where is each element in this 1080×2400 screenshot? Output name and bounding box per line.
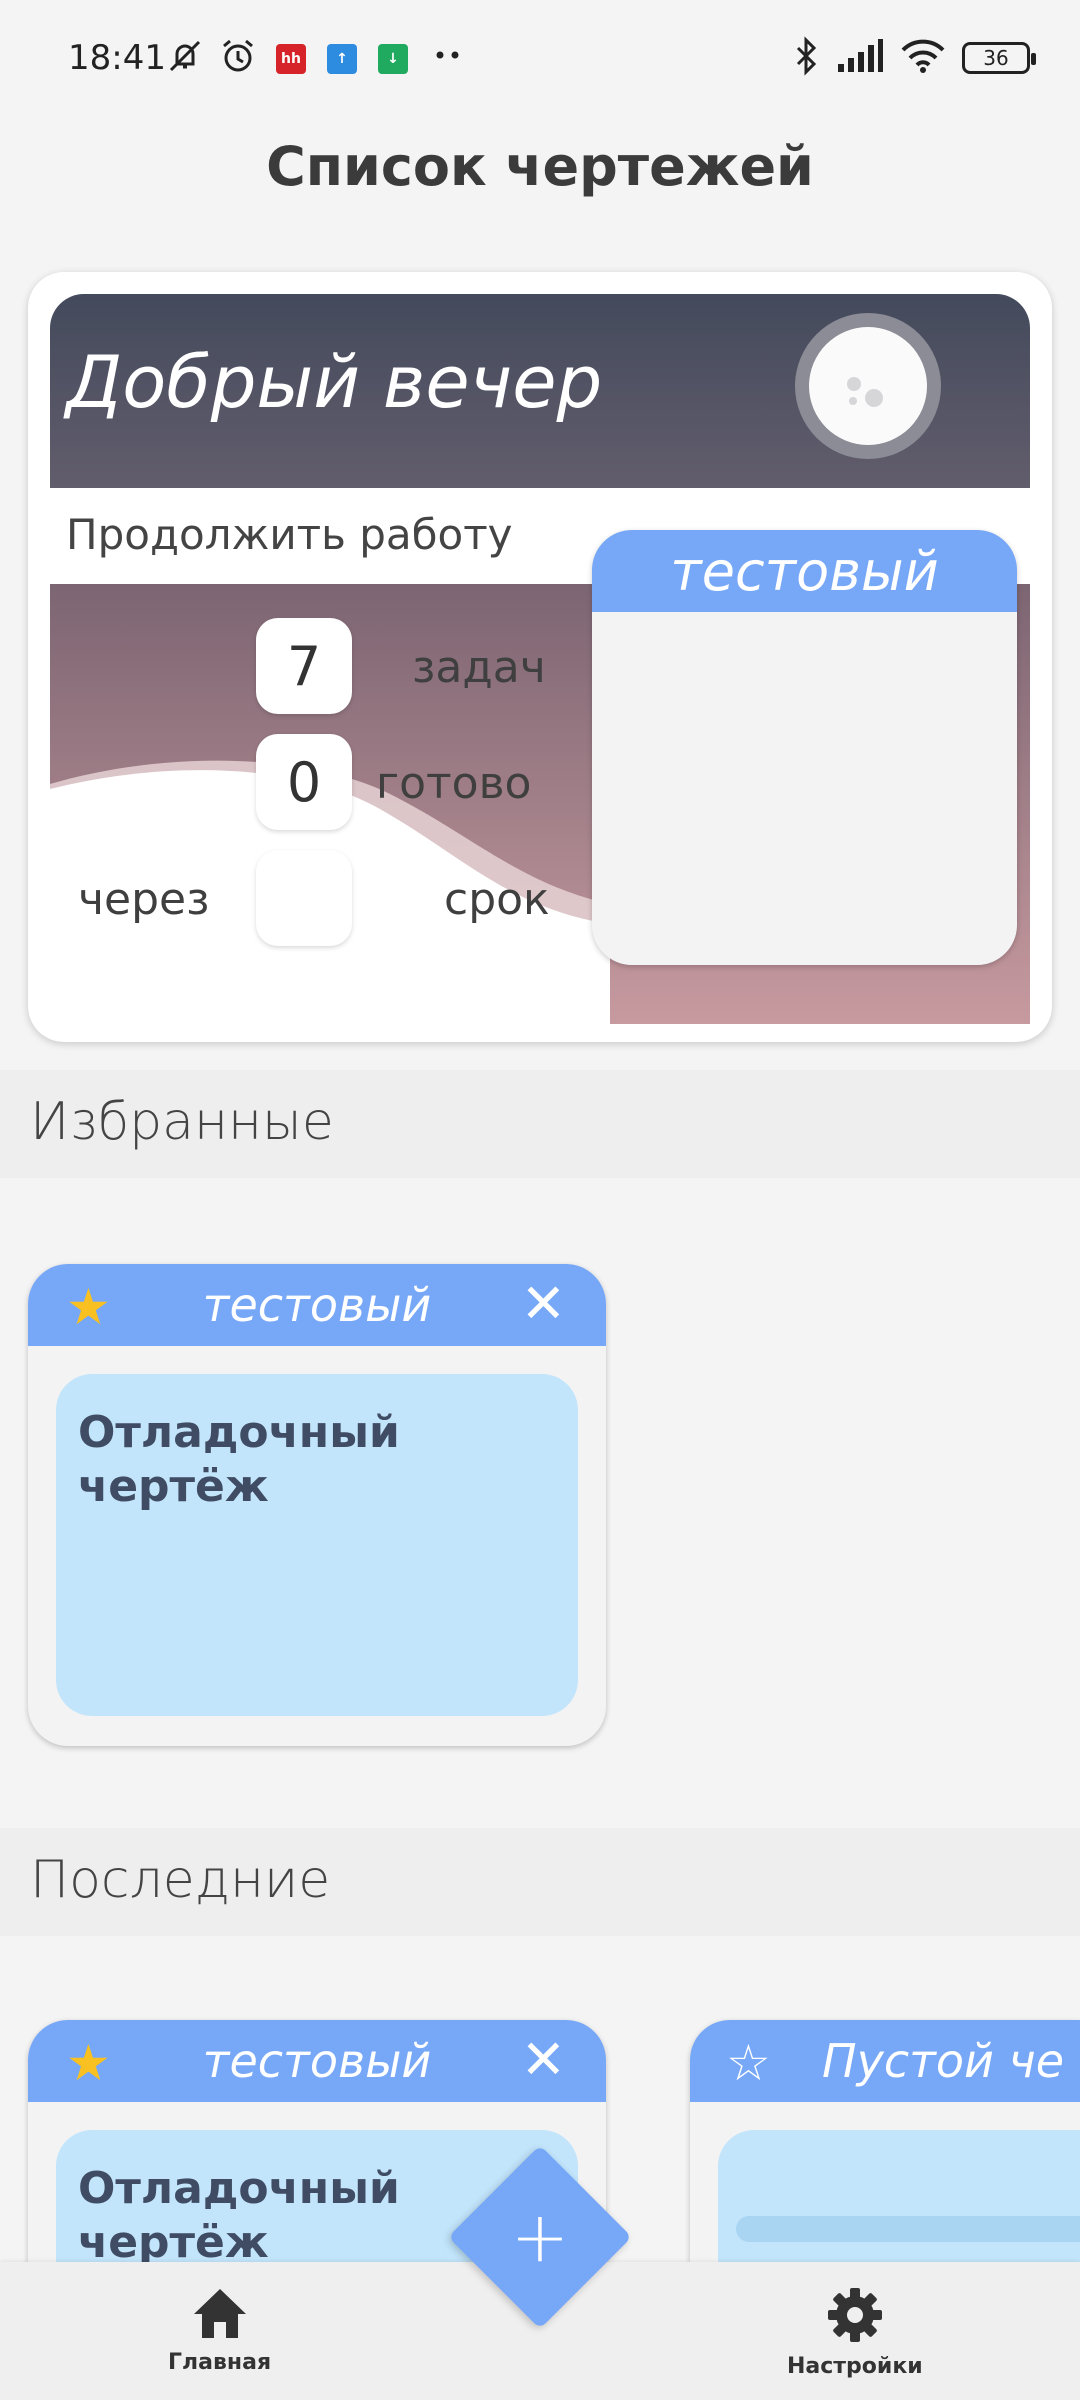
battery-indicator: 36 (962, 42, 1036, 74)
plus-icon[interactable]: + (475, 2172, 605, 2302)
deadline-label: срок (444, 874, 550, 925)
done-count: 0 (256, 734, 352, 830)
favorites-section-header: Избранные (0, 1070, 1080, 1178)
greeting-text: Добрый вечер (66, 340, 603, 424)
status-time: 18:41 (68, 38, 166, 78)
hh-app-icon: hh (276, 44, 306, 74)
gear-icon (826, 2286, 884, 2348)
tasks-count: 7 (256, 618, 352, 714)
recent-section-header: Последние (0, 1828, 1080, 1936)
alarm-icon (218, 36, 258, 76)
page-title: Список чертежей (266, 135, 814, 198)
mute-icon (165, 36, 205, 76)
status-bar: 18:41 hh ↑ ↓ 36 (0, 0, 1080, 118)
recent-project-name: Пустой че (822, 2034, 1065, 2088)
recent-heading: Последние (30, 1850, 331, 1910)
deadline-prefix: через (78, 874, 210, 925)
nav-home-label: Главная (168, 2350, 272, 2375)
close-icon[interactable]: ✕ (521, 2028, 566, 2091)
close-icon[interactable]: ✕ (521, 1272, 566, 1335)
download-app-icon: ↓ (378, 44, 408, 74)
wifi-icon (900, 38, 946, 78)
moon-icon (795, 313, 941, 459)
favorite-drawing-card[interactable]: ★ тестовый ✕ Отладочный чертёж (28, 1264, 606, 1746)
more-notifications-icon (435, 50, 461, 60)
tasks-label: задач (412, 642, 546, 693)
nav-home[interactable]: Главная (168, 2286, 271, 2375)
bluetooth-icon (792, 36, 820, 80)
favorite-project-name: тестовый (202, 1278, 432, 1332)
continue-work-label: Продолжить работу (66, 510, 513, 559)
home-icon (191, 2286, 249, 2344)
deadline-value (256, 850, 352, 946)
done-label: готово (376, 758, 532, 809)
drawing-name: Отладочный чертёж (78, 1407, 400, 1512)
recent-project-name: тестовый (202, 2034, 432, 2088)
nav-settings-label: Настройки (787, 2354, 923, 2379)
project-name: тестовый (592, 530, 1017, 612)
favorites-heading: Избранные (30, 1092, 334, 1152)
drawing-preview[interactable]: Отладочный чертёж (56, 1374, 578, 1716)
star-outline-icon[interactable]: ☆ (726, 2034, 771, 2092)
nav-settings[interactable]: Настройки (787, 2286, 923, 2379)
drawing-placeholder-line (736, 2216, 1080, 2242)
current-project-card[interactable]: тестовый (592, 530, 1017, 965)
upload-app-icon: ↑ (327, 44, 357, 74)
signal-icon (836, 38, 884, 78)
